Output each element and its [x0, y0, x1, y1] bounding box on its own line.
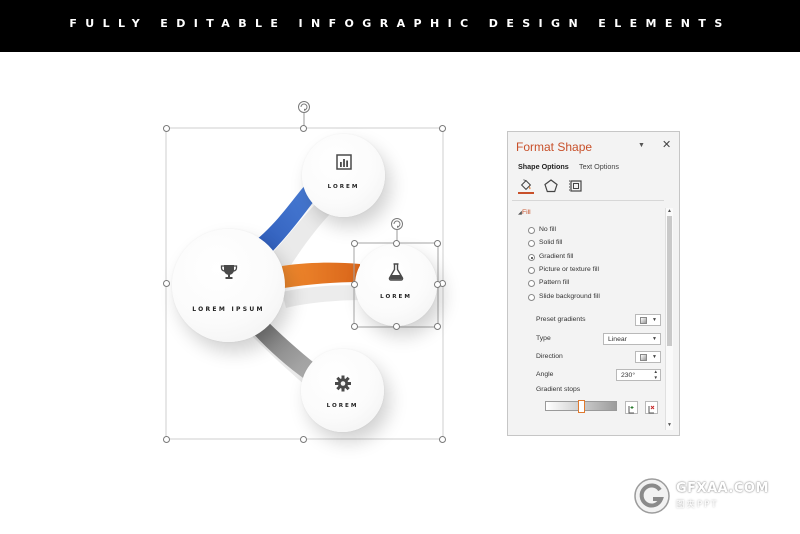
- shape-resize-handle-sw[interactable]: [351, 323, 358, 330]
- radio-slide-background[interactable]: [528, 294, 535, 301]
- spinner-arrows-icon[interactable]: ▲ ▼: [654, 369, 658, 381]
- size-properties-icon[interactable]: [568, 178, 584, 194]
- top-circle[interactable]: LOREM: [302, 134, 385, 217]
- shape-resize-handle-w[interactable]: [351, 281, 358, 288]
- angle-label: Angle: [536, 371, 554, 378]
- radio-picture-texture[interactable]: [528, 267, 535, 274]
- fill-line-icon[interactable]: [518, 178, 534, 194]
- pane-scrollbar[interactable]: ▲ ▼: [665, 208, 673, 430]
- shape-resize-handle-nw[interactable]: [351, 240, 358, 247]
- infographic-diagram: LOREM IPSUM LOREM LOREM LOREM: [0, 0, 800, 534]
- fill-option-label: Solid fill: [539, 239, 563, 246]
- radio-gradient-fill[interactable]: [528, 254, 535, 261]
- shape-resize-handle-n[interactable]: [393, 240, 400, 247]
- main-circle[interactable]: LOREM IPSUM: [172, 229, 285, 342]
- group-resize-handle-se[interactable]: [439, 436, 446, 443]
- chevron-down-icon: ▼: [652, 354, 657, 360]
- chevron-down-icon: ▼: [652, 336, 657, 342]
- direction-swatch-icon: [640, 354, 647, 361]
- main-circle-label: LOREM IPSUM: [192, 306, 265, 313]
- type-select[interactable]: Linear ▼: [603, 333, 661, 345]
- add-stop-icon: [628, 406, 634, 414]
- radio-no-fill[interactable]: [528, 227, 535, 234]
- pane-category-icons: [518, 178, 678, 196]
- pane-title: Format Shape: [516, 140, 593, 154]
- trophy-icon: [220, 265, 237, 279]
- fill-option-label: Picture or texture fill: [539, 266, 600, 273]
- group-resize-handle-nw[interactable]: [163, 125, 170, 132]
- gfxaa-logo-icon: [634, 478, 670, 514]
- shape-resize-handle-e[interactable]: [434, 281, 441, 288]
- shape-resize-handle-s[interactable]: [393, 323, 400, 330]
- angle-value: 230°: [621, 372, 636, 379]
- top-circle-label: LOREM: [327, 184, 360, 190]
- tab-shape-options[interactable]: Shape Options: [518, 162, 569, 171]
- gradient-swatch-icon: [640, 317, 647, 324]
- type-select-value: Linear: [608, 336, 627, 343]
- bottom-circle[interactable]: LOREM: [301, 349, 384, 432]
- watermark-subtext: 图夹PPT: [676, 500, 719, 510]
- group-resize-handle-n[interactable]: [300, 125, 307, 132]
- bar-chart-icon: [335, 154, 352, 170]
- group-resize-handle-s[interactable]: [300, 436, 307, 443]
- remove-stop-icon: [648, 405, 655, 414]
- group-resize-handle-sw[interactable]: [163, 436, 170, 443]
- fill-option-label: Slide background fill: [539, 293, 600, 300]
- pane-options-dropdown-icon[interactable]: ▼: [638, 142, 645, 149]
- direction-picker[interactable]: ▼: [635, 351, 661, 363]
- gradient-stop-handle[interactable]: [578, 400, 585, 413]
- add-gradient-stop-button[interactable]: [625, 401, 638, 414]
- direction-label: Direction: [536, 353, 563, 360]
- fill-option-label: No fill: [539, 226, 556, 233]
- flask-icon: [388, 263, 404, 281]
- chevron-down-icon: ▼: [652, 317, 657, 323]
- middle-circle[interactable]: LOREM: [355, 244, 437, 326]
- effects-pentagon-icon[interactable]: [543, 178, 559, 194]
- close-icon[interactable]: ✕: [662, 138, 671, 151]
- radio-solid-fill[interactable]: [528, 240, 535, 247]
- scroll-down-icon[interactable]: ▼: [667, 422, 672, 428]
- preset-gradients-label: Preset gradients: [536, 316, 586, 323]
- shape-resize-handle-ne[interactable]: [434, 240, 441, 247]
- gear-icon: [334, 375, 351, 392]
- gradient-stops-bar[interactable]: [545, 400, 617, 413]
- fill-section-title[interactable]: Fill: [522, 209, 531, 216]
- radio-pattern-fill[interactable]: [528, 280, 535, 287]
- preset-gradients-picker[interactable]: ▼: [635, 314, 661, 326]
- angle-input[interactable]: 230° ▲ ▼: [616, 369, 661, 381]
- type-label: Type: [536, 335, 551, 342]
- format-shape-pane: Format Shape ▼ ✕ Shape Options Text Opti…: [507, 131, 680, 436]
- gradient-stops-label: Gradient stops: [536, 386, 581, 393]
- group-resize-handle-w[interactable]: [163, 280, 170, 287]
- group-resize-handle-ne[interactable]: [439, 125, 446, 132]
- scroll-up-icon[interactable]: ▲: [667, 208, 672, 214]
- middle-circle-label: LOREM: [380, 294, 412, 300]
- pane-separator: [512, 200, 664, 201]
- remove-gradient-stop-button[interactable]: [645, 401, 658, 414]
- shape-resize-handle-se[interactable]: [434, 323, 441, 330]
- tab-text-options[interactable]: Text Options: [579, 162, 619, 171]
- group-rotate-handle-icon[interactable]: [297, 100, 311, 114]
- fill-option-label: Pattern fill: [539, 279, 570, 286]
- fill-option-label: Gradient fill: [539, 253, 574, 260]
- bottom-circle-label: LOREM: [326, 403, 359, 409]
- shape-rotate-handle-icon[interactable]: [390, 217, 404, 231]
- watermark-text: GFXAA.COM: [676, 481, 769, 496]
- scrollbar-thumb[interactable]: [667, 216, 672, 346]
